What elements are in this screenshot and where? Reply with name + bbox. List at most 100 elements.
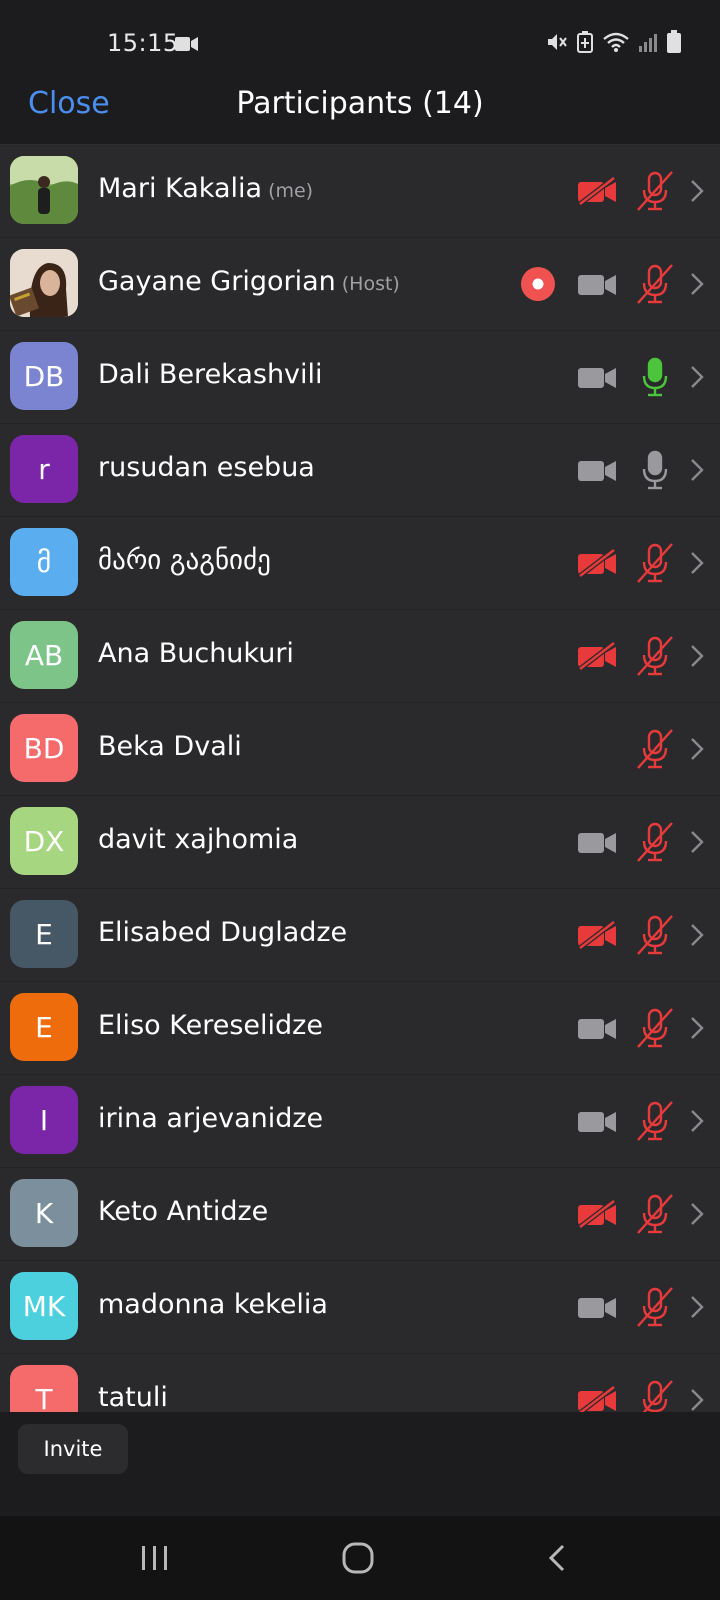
avatar-initials: AB [24, 638, 64, 672]
chevron-right-icon[interactable] [688, 363, 706, 391]
participant-name: Elisabed Dugladze [98, 917, 348, 948]
participant-row[interactable]: BD Beka Dvali [0, 703, 720, 796]
status-time: 15:15 [107, 29, 179, 57]
participant-name: madonna kekelia [98, 1289, 328, 1320]
participant-name: Ana Buchukuri [98, 638, 294, 669]
mic-icon [642, 450, 668, 490]
participant-row[interactable]: E Elisabed Dugladze [0, 889, 720, 982]
chevron-right-icon[interactable] [688, 177, 706, 205]
video-status [576, 822, 618, 862]
avatar-initials: DX [23, 824, 65, 858]
home-icon[interactable] [340, 1540, 376, 1576]
participant-role-tag: (Host) [341, 273, 400, 295]
video-icon [578, 833, 616, 853]
participant-name-container: მარი გაგნიძე [98, 545, 271, 576]
participant-row[interactable]: Mari Kakalia (me) [0, 145, 720, 238]
audio-status [634, 1100, 676, 1142]
chevron-right-icon[interactable] [688, 1200, 706, 1228]
chevron-right-icon[interactable] [688, 735, 706, 763]
back-icon[interactable] [545, 1540, 569, 1576]
audio-status [634, 1286, 676, 1328]
video-status [576, 636, 618, 676]
mic-muted-icon [637, 171, 673, 211]
participant-status-icons [576, 331, 706, 423]
audio-status [634, 542, 676, 584]
chevron-right-icon[interactable] [688, 270, 706, 298]
chevron-right-icon[interactable] [688, 828, 706, 856]
avatar: E [10, 993, 78, 1061]
video-icon [578, 1112, 616, 1132]
chevron-right-icon[interactable] [688, 1107, 706, 1135]
participant-status-icons [576, 1168, 706, 1260]
participant-row[interactable]: E Eliso Kereselidze [0, 982, 720, 1075]
audio-status [634, 449, 676, 491]
video-icon [578, 461, 616, 481]
video-status [576, 915, 618, 955]
recent-apps-icon[interactable] [140, 1540, 170, 1576]
wifi-icon [603, 32, 629, 52]
mic-muted-icon [637, 636, 673, 676]
participant-name-container: Beka Dvali [98, 731, 242, 762]
audio-status [634, 170, 676, 212]
chevron-right-icon[interactable] [688, 456, 706, 484]
mute-icon [548, 34, 567, 50]
participant-name-container: Eliso Kereselidze [98, 1010, 323, 1041]
avatar: MK [10, 1272, 78, 1340]
participant-name-container: madonna kekelia [98, 1289, 328, 1320]
chevron-right-icon[interactable] [688, 549, 706, 577]
participant-row[interactable]: Iirina arjevanidze [0, 1075, 720, 1168]
avatar [10, 156, 78, 224]
participant-row[interactable]: MK madonna kekelia [0, 1261, 720, 1354]
video-off-icon [578, 1385, 616, 1415]
participant-status-icons [576, 517, 706, 609]
participant-row[interactable]: მ მარი გაგნიძე [0, 517, 720, 610]
video-icon [578, 275, 616, 295]
video-off-icon [578, 548, 616, 578]
audio-status [634, 356, 676, 398]
mic-muted-icon [637, 1287, 673, 1327]
participant-name: irina arjevanidze [98, 1103, 324, 1134]
video-status [576, 1194, 618, 1234]
chevron-right-icon[interactable] [688, 921, 706, 949]
chevron-right-icon[interactable] [688, 1014, 706, 1042]
participant-name: Eliso Kereselidze [98, 1010, 323, 1041]
participant-status-icons [576, 889, 706, 981]
video-status [576, 543, 618, 583]
participant-row[interactable]: DX davit xajhomia [0, 796, 720, 889]
avatar-initials: K [34, 1196, 54, 1230]
avatar-initials: I [39, 1103, 49, 1137]
video-status [576, 1287, 618, 1327]
avatar: r [10, 435, 78, 503]
participant-role-tag: (me) [268, 180, 314, 202]
participant-status-icons [576, 145, 706, 237]
video-icon [578, 1019, 616, 1039]
video-status [576, 171, 618, 211]
avatar-initials: T [35, 1382, 53, 1416]
participant-status-icons [576, 982, 706, 1074]
chevron-right-icon[interactable] [688, 642, 706, 670]
participant-row[interactable]: DB Dali Berekashvili [0, 331, 720, 424]
participant-row[interactable]: K Keto Antidze [0, 1168, 720, 1261]
video-status [576, 1101, 618, 1141]
participant-row[interactable]: Gayane Grigorian (Host) [0, 238, 720, 331]
participant-name: Dali Berekashvili [98, 359, 323, 390]
avatar-photo [10, 249, 78, 317]
chevron-right-icon[interactable] [688, 1386, 706, 1414]
battery-icon [667, 30, 681, 53]
participant-row[interactable]: r rusudan esebua [0, 424, 720, 517]
participant-status-icons [576, 1261, 706, 1353]
avatar: მ [10, 528, 78, 596]
video-icon [578, 1298, 616, 1318]
avatar: I [10, 1086, 78, 1154]
avatar: DX [10, 807, 78, 875]
audio-status [634, 821, 676, 863]
invite-button[interactable]: Invite [18, 1424, 128, 1474]
mic-muted-icon [637, 1008, 673, 1048]
participant-status-icons [576, 796, 706, 888]
participant-name-container: Dali Berekashvili [98, 359, 323, 390]
participant-name: davit xajhomia [98, 824, 299, 855]
participant-row[interactable]: AB Ana Buchukuri [0, 610, 720, 703]
chevron-right-icon[interactable] [688, 1293, 706, 1321]
participant-name-container: tatuli [98, 1382, 168, 1413]
video-off-icon [578, 920, 616, 950]
